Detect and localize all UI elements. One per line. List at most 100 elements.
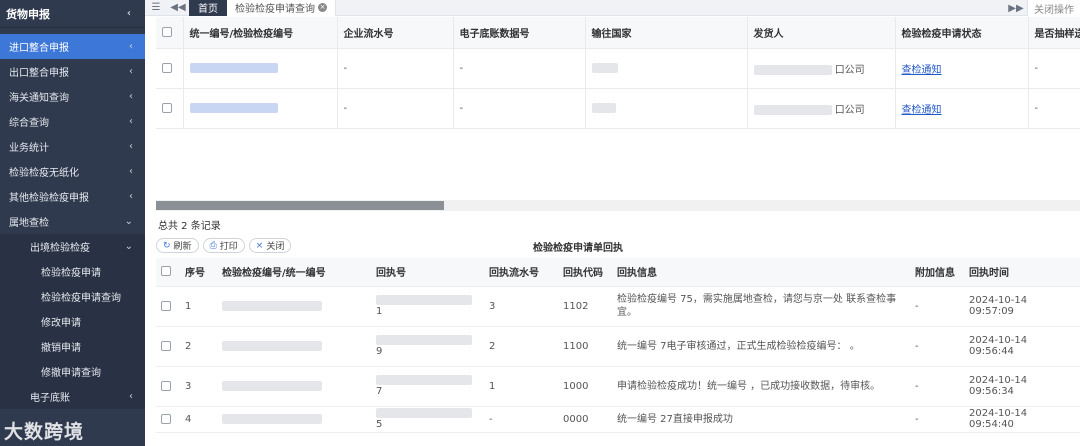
table-cell: - <box>337 48 454 89</box>
horizontal-scrollbar[interactable] <box>156 200 1080 211</box>
table-cell: 4 <box>180 406 217 433</box>
button-label: 刷新 <box>173 242 192 252</box>
sidebar-subgroup-outbound[interactable]: 出境检验检疫 ⌄ <box>0 234 145 259</box>
redacted-id-link[interactable] <box>189 102 278 113</box>
table-cell: 7 <box>376 386 383 397</box>
table-cell: - <box>1028 48 1080 89</box>
table-cell: 2024-10-14 09:56:34 <box>964 366 1080 407</box>
tab-scroll-left-icon[interactable]: ◀◀ <box>167 0 189 16</box>
sidebar-item-label: 撤销申请 <box>41 343 81 354</box>
row-checkbox[interactable] <box>161 413 171 424</box>
table-cell: 3 <box>180 366 217 407</box>
sidebar-item-customs-notice[interactable]: 海关通知查询 ‹ <box>0 84 145 109</box>
sidebar-item-label: 出境检验检疫 <box>30 243 90 254</box>
sidebar-item-inspection-apply[interactable]: 检验检疫申请 <box>0 259 145 284</box>
tab-home[interactable]: 首页 <box>189 0 227 16</box>
column-header[interactable]: 回执时间 <box>964 258 1080 287</box>
sidebar-item-label: 修撤申请查询 <box>41 368 101 379</box>
button-label: 打印 <box>219 242 238 252</box>
redacted-value <box>591 62 618 73</box>
column-header[interactable]: 企业流水号 <box>337 17 454 49</box>
menu-toggle-icon[interactable]: ☰ <box>145 0 167 16</box>
column-header[interactable]: 附加信息 <box>910 258 964 287</box>
table-cell: 2 <box>180 326 217 367</box>
table-row[interactable]: 3 7 1 1000 申请检验检疫成功！统一编号 ，已成功接收数据，待审核。 -… <box>156 366 1080 407</box>
chevron-left-icon: ‹ <box>129 116 133 127</box>
sidebar-item-general-query[interactable]: 综合查询 ‹ <box>0 109 145 134</box>
table-cell: 1 <box>180 286 217 327</box>
receipt-message: 检验检疫编号 75，需实施属地查检，请您与京一处 联系查检事宜。 <box>612 286 910 327</box>
chevron-left-icon: ‹ <box>129 191 133 202</box>
redacted-value <box>376 335 472 345</box>
receipt-table: 序号 检验检疫编号/统一编号 回执号 回执流水号 回执代码 回执信息 附加信息 … <box>156 258 1080 433</box>
receipt-message: 申请检验检疫成功！统一编号 ，已成功接收数据，待审核。 <box>612 366 910 407</box>
button-label: 关闭 <box>266 242 285 252</box>
table-cell: - <box>910 326 964 367</box>
column-header[interactable]: 发货人 <box>747 17 896 49</box>
table-row[interactable]: - - 口公司 查检通知 - <box>156 48 1080 89</box>
row-checkbox[interactable] <box>162 62 172 73</box>
sidebar-item-paperless[interactable]: 检验检疫无纸化 ‹ <box>0 159 145 184</box>
column-header[interactable]: 统一编号/检验检疫编号 <box>183 17 338 49</box>
column-header[interactable]: 回执信息 <box>612 258 910 287</box>
column-header[interactable]: 回执代码 <box>558 258 612 287</box>
table-row[interactable]: - - 口公司 查检通知 - <box>156 88 1080 129</box>
table-cell: - <box>910 406 964 433</box>
sidebar-item-other-inspection[interactable]: 其他检验检疫申报 ‹ <box>0 184 145 209</box>
close-button[interactable]: × 关闭 <box>248 238 292 253</box>
sidebar-item-statistics[interactable]: 业务统计 ‹ <box>0 134 145 159</box>
column-header[interactable]: 检验检疫编号/统一编号 <box>217 258 371 287</box>
column-header[interactable]: 输往国家 <box>585 17 748 49</box>
sidebar-item-label: 出口整合申报 <box>9 68 69 79</box>
table-cell: 2024-10-14 09:54:40 <box>964 406 1080 433</box>
table-cell: 1 <box>376 306 383 317</box>
receipt-message: 统一编号 7电子审核通过，正式生成检验检疫编号： 。 <box>612 326 910 367</box>
sidebar-item-label: 综合查询 <box>9 118 49 129</box>
status-link[interactable]: 查检通知 <box>902 65 942 76</box>
chevron-left-icon: ‹ <box>129 391 133 402</box>
column-header[interactable]: 是否抽样送 <box>1028 17 1080 49</box>
refresh-button[interactable]: ↻ 刷新 <box>156 238 199 253</box>
tab-scroll-right-icon[interactable]: ▶▶ <box>1005 0 1027 16</box>
table-row[interactable]: 4 5 - 0000 统一编号 27直接申报成功 - 2024-10-14 09… <box>156 406 1080 433</box>
status-link[interactable]: 查检通知 <box>902 105 942 116</box>
column-header[interactable]: 回执流水号 <box>484 258 558 287</box>
sidebar-item-modify-apply[interactable]: 修改申请 <box>0 309 145 334</box>
table-cell: 5 <box>376 419 383 430</box>
table-cell: - <box>484 406 558 433</box>
close-operations-button[interactable]: 关闭操作 <box>1027 0 1080 16</box>
column-header[interactable]: 电子底账数据号 <box>453 17 586 49</box>
sidebar-item-label: 修改申请 <box>41 318 81 329</box>
redacted-value <box>376 408 472 418</box>
row-checkbox[interactable] <box>161 340 171 351</box>
sidebar-item-modify-revoke-query[interactable]: 修撤申请查询 <box>0 359 145 384</box>
tab-inspection-query[interactable]: 检验检疫申请查询 × <box>227 0 336 16</box>
sidebar-item-revoke-apply[interactable]: 撤销申请 <box>0 334 145 359</box>
sidebar-item-label: 其他检验检疫申报 <box>9 193 89 204</box>
table-cell: 口公司 <box>834 104 865 116</box>
table-cell: 1000 <box>558 366 612 407</box>
column-header[interactable]: 回执号 <box>371 258 484 287</box>
redacted-value <box>753 104 832 115</box>
select-all-cell[interactable] <box>156 17 184 49</box>
row-checkbox[interactable] <box>162 102 172 113</box>
column-header[interactable]: 检验检疫申请状态 <box>895 17 1029 49</box>
sidebar-item-inspection-query[interactable]: 检验检疫申请查询 <box>0 284 145 309</box>
sidebar-item-ebook[interactable]: 电子底账 ‹ <box>0 384 145 409</box>
column-header[interactable]: 序号 <box>180 258 217 287</box>
select-all-checkbox[interactable] <box>161 266 171 277</box>
sidebar-item-export[interactable]: 出口整合申报 ‹ <box>0 59 145 84</box>
sidebar-header[interactable]: 货物申报 ‹ <box>0 0 145 28</box>
row-checkbox[interactable] <box>161 380 171 391</box>
sidebar-item-local-inspection[interactable]: 属地查检 ⌄ <box>0 209 145 234</box>
print-button[interactable]: ⎙ 打印 <box>202 238 245 253</box>
close-icon[interactable]: × <box>318 3 327 12</box>
select-all-checkbox[interactable] <box>162 26 172 37</box>
table-row[interactable]: 2 9 2 1100 统一编号 7电子审核通过，正式生成检验检疫编号： 。 - … <box>156 326 1080 367</box>
row-checkbox[interactable] <box>161 300 171 311</box>
scrollbar-thumb[interactable] <box>156 201 444 210</box>
redacted-value <box>753 64 832 75</box>
sidebar-item-import[interactable]: 进口整合申报 ‹ <box>0 34 145 59</box>
table-row[interactable]: 1 1 3 1102 检验检疫编号 75，需实施属地查检，请您与京一处 联系查检… <box>156 286 1080 327</box>
redacted-id-link[interactable] <box>189 62 278 73</box>
